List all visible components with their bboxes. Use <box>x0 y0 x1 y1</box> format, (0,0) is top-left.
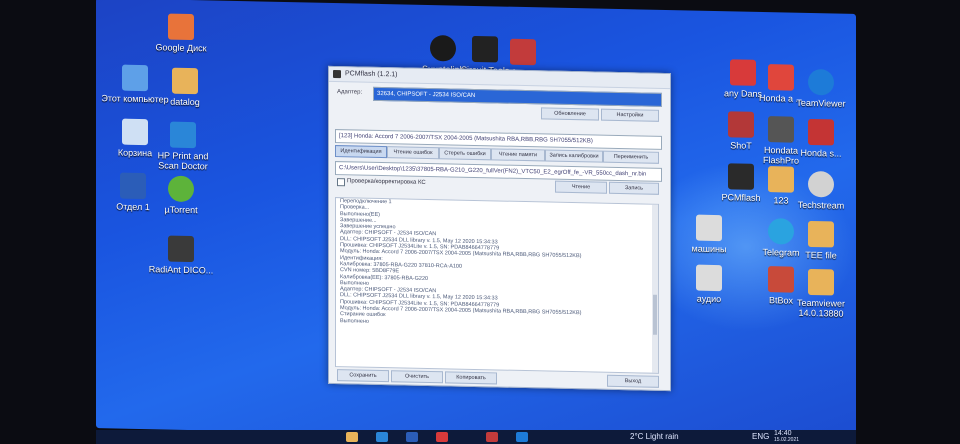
desktop-icon-label: аудио <box>696 293 722 305</box>
desktop-icon-tee-file[interactable]: TEE file <box>786 220 856 261</box>
desktop-icon-google-drive[interactable]: Google Диск <box>146 13 216 53</box>
log-output: Переподключение 1 Проверка... Выполнено(… <box>335 197 659 374</box>
tab-read-errors[interactable]: Чтение ошибок <box>387 146 439 160</box>
window-title: PCMflash (1.2.1) <box>345 70 398 79</box>
taskbar-app-icon[interactable] <box>376 432 388 442</box>
techstream-icon <box>808 170 834 198</box>
desktop-icon-teamviewer[interactable]: TeamViewer <box>786 68 856 109</box>
desktop-icon-label: Корзина <box>117 147 153 159</box>
adapter-label: Адаптер: <box>337 89 363 96</box>
tab-identification[interactable]: Идентификация <box>335 145 387 159</box>
tab-rename[interactable]: Переименить <box>603 150 659 164</box>
pcmflash-window: PCMflash (1.2.1) Адаптер: 32634, CHIPSOF… <box>328 65 671 392</box>
desktop-icon-label: TeamViewer <box>796 97 846 109</box>
update-button[interactable]: Обновление <box>541 107 599 121</box>
performance-icon <box>510 38 536 66</box>
read-button[interactable]: Чтение <box>555 180 607 194</box>
desktop-icon-audio[interactable]: аудио <box>674 264 744 304</box>
desktop-icon-label: машины <box>691 243 727 255</box>
taskbar-app-icon[interactable] <box>516 432 528 442</box>
exit-button[interactable]: Выход <box>607 374 659 388</box>
app-icon <box>808 118 834 146</box>
desktop-icon-utorrent[interactable]: µTorrent <box>146 175 216 215</box>
desktop-icon-teamviewer-file[interactable]: Teamviewer 14.0.13880 <box>786 268 856 319</box>
desktop-screen: Google Диск Этот компьютер datalog Корзи… <box>96 0 856 444</box>
tab-write-calibration[interactable]: Запись калибровки <box>545 149 603 163</box>
log-scrollbar[interactable] <box>652 204 658 373</box>
desktop-icon-label: TEE file <box>805 249 837 261</box>
desktop-icon-datalog[interactable]: datalog <box>150 67 220 107</box>
recycle-bin-icon <box>122 118 148 146</box>
file-icon <box>696 214 722 242</box>
file-icon <box>808 220 834 248</box>
clock-time[interactable]: 14:40 <box>774 430 792 437</box>
tab-clear-errors[interactable]: Стереть ошибки <box>439 147 491 161</box>
google-drive-icon <box>168 13 194 41</box>
tab-read-memory[interactable]: Чтение памяти <box>491 148 545 162</box>
taskbar: 2°C Light rain ENG 14:40 15.02.2021 <box>96 430 856 444</box>
desktop-icon-label: HP Print and Scan Doctor <box>157 150 209 172</box>
desktop-icon-hp-print[interactable]: HP Print and Scan Doctor <box>148 121 218 171</box>
save-button[interactable]: Сохранить <box>337 369 389 383</box>
taskbar-app-icon[interactable] <box>486 432 498 442</box>
weather-status[interactable]: 2°C Light rain <box>630 432 679 441</box>
copy-button[interactable]: Копировать <box>445 371 497 385</box>
scrollbar-thumb[interactable] <box>653 294 657 335</box>
write-button[interactable]: Запись <box>609 181 659 195</box>
desktop-icon-label: datalog <box>170 96 200 108</box>
desktop-icon-label: Google Диск <box>155 42 207 54</box>
desktop-icon-label: Отдел 1 <box>116 201 150 213</box>
desktop-icon-radiant[interactable]: RadiAnt DICO... <box>146 235 216 275</box>
radiant-icon <box>168 235 194 263</box>
desktop-icon-mashiny[interactable]: машины <box>674 214 744 254</box>
computer-icon <box>122 64 148 92</box>
desktop-icon-label: RadiAnt DICO... <box>148 264 214 276</box>
folder-icon <box>172 67 198 95</box>
utorrent-icon <box>168 175 194 203</box>
taskbar-app-icon[interactable] <box>436 432 448 442</box>
clear-button[interactable]: Очистить <box>391 370 443 384</box>
taskbar-app-icon[interactable] <box>406 432 418 442</box>
desktop-icon-techstream[interactable]: Techstream <box>786 170 856 211</box>
file-icon <box>808 268 834 296</box>
file-icon <box>696 264 722 292</box>
checksum-checkbox[interactable] <box>337 178 345 187</box>
adapter-select[interactable]: 32634, CHIPSOFT - J2534 ISO/CAN <box>373 86 662 107</box>
teamviewer-icon <box>808 68 834 96</box>
language-indicator[interactable]: ENG <box>752 432 769 441</box>
checksum-label: Проверка/корректировка КС <box>347 178 426 186</box>
desktop-icon-label: Teamviewer 14.0.13880 <box>796 297 845 319</box>
desktop-icon-label: Techstream <box>797 199 845 211</box>
app-icon <box>333 70 341 79</box>
word-document-icon <box>120 172 146 200</box>
window-titlebar: PCMflash (1.2.1) <box>329 66 670 90</box>
desktop-icon-label: Honda s... <box>800 147 842 159</box>
settings-button[interactable]: Настройки <box>601 108 659 122</box>
desktop-icon-right-6[interactable]: Honda s... <box>786 118 856 159</box>
hp-print-icon <box>170 121 196 149</box>
clock-date[interactable]: 15.02.2021 <box>774 437 799 443</box>
desktop-icon-label: µTorrent <box>164 204 198 216</box>
taskbar-folder-icon[interactable] <box>346 432 358 442</box>
